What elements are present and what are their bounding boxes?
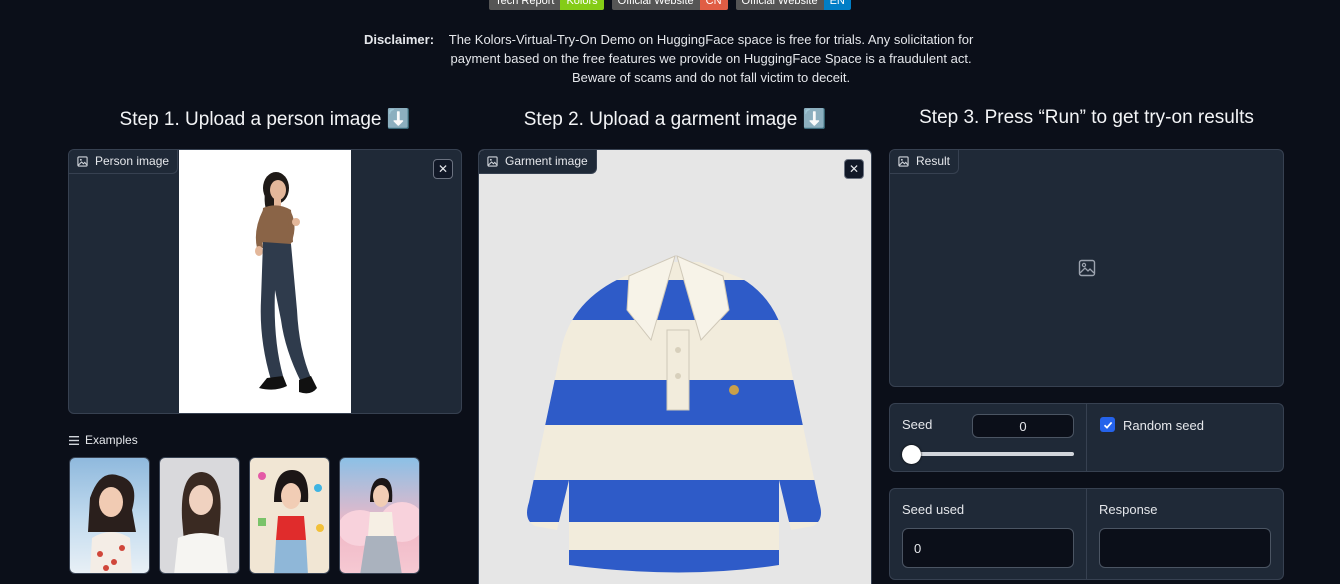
clear-person-button[interactable]: ✕ <box>433 159 453 179</box>
garment-image-label: Garment image <box>479 150 597 174</box>
seed-label: Seed <box>902 417 933 432</box>
garment-image-upload[interactable]: Garment image ✕ <box>478 149 872 584</box>
example-thumbnail[interactable] <box>69 457 150 574</box>
response-label: Response <box>1099 502 1158 517</box>
badge-label: Official Website <box>611 0 700 10</box>
disclaimer: Disclaimer: The Kolors-Virtual-Try-On De… <box>0 30 1340 87</box>
seed-used-value: 0 <box>914 540 922 556</box>
image-placeholder-icon <box>1078 259 1096 277</box>
example-image <box>88 474 136 573</box>
disclaimer-label: Disclaimer: <box>363 32 435 47</box>
badge-label: Official Website <box>735 0 824 10</box>
image-icon <box>487 155 498 167</box>
badge-value: EN <box>823 0 851 10</box>
badge-official-cn[interactable]: Official Website CN <box>611 0 728 10</box>
seed-slider-track[interactable] <box>904 452 1074 456</box>
examples-label: Examples <box>85 433 138 447</box>
label-text: Person image <box>95 154 170 168</box>
clear-garment-button[interactable]: ✕ <box>844 159 864 179</box>
output-panel: Seed used 0 Response <box>889 488 1284 580</box>
example-image <box>174 472 228 573</box>
step1-title: Step 1. Upload a person image ⬇️ <box>119 109 411 130</box>
image-icon <box>77 155 88 167</box>
example-thumbnail[interactable] <box>249 457 330 574</box>
divider <box>1086 404 1087 471</box>
person-image-upload[interactable]: Person image ✕ <box>68 149 462 414</box>
step3-title: Step 3. Press “Run” to get try-on result… <box>919 107 1254 128</box>
examples-header: Examples <box>69 433 138 447</box>
person-photo <box>179 150 351 413</box>
label-text: Result <box>916 154 951 168</box>
random-seed-checkbox[interactable] <box>1100 417 1115 432</box>
image-icon <box>898 155 909 167</box>
response-textarea[interactable] <box>1099 528 1271 568</box>
label-text: Garment image <box>505 154 588 168</box>
badge-value: CN <box>699 0 728 10</box>
random-seed-label: Random seed <box>1123 418 1204 433</box>
badge-row: Tech Report Kolors Official Website CN O… <box>0 0 1340 10</box>
close-icon: ✕ <box>848 162 860 176</box>
step2-title: Step 2. Upload a garment image ⬇️ <box>523 109 827 130</box>
example-thumbnail[interactable] <box>339 457 420 574</box>
badge-official-en[interactable]: Official Website EN <box>735 0 851 10</box>
seed-slider-thumb[interactable] <box>902 445 921 464</box>
example-image <box>258 470 324 573</box>
seed-used-field[interactable]: 0 <box>902 528 1074 568</box>
seed-used-label: Seed used <box>902 502 965 517</box>
person-image-label: Person image <box>69 150 179 174</box>
seed-value: 0 <box>1019 418 1027 434</box>
close-icon: ✕ <box>437 162 449 176</box>
list-icon <box>69 435 79 445</box>
check-icon <box>1103 421 1112 429</box>
example-thumbnail[interactable] <box>159 457 240 574</box>
divider <box>1086 489 1087 579</box>
person-figure <box>255 172 317 394</box>
seed-panel: Seed 0 Random seed <box>889 403 1284 472</box>
seed-number-input[interactable]: 0 <box>972 414 1074 438</box>
badge-value: Kolors <box>560 0 604 10</box>
result-label: Result <box>890 150 960 174</box>
garment-photo <box>527 255 821 573</box>
example-image <box>340 478 419 573</box>
disclaimer-text: The Kolors-Virtual-Try-On Demo on Huggin… <box>448 32 974 85</box>
badge-tech-report[interactable]: Tech Report Kolors <box>489 0 604 10</box>
result-image: Result <box>889 149 1284 387</box>
badge-label: Tech Report <box>489 0 561 10</box>
